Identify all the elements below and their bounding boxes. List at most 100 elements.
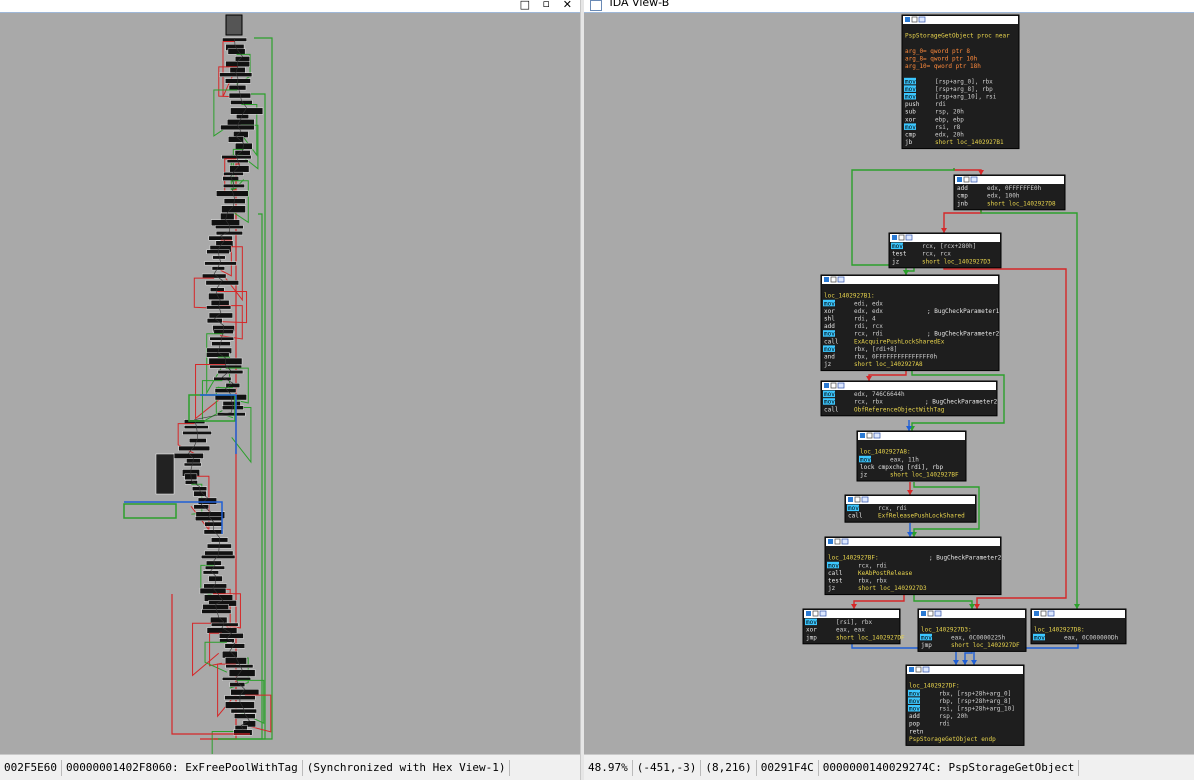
instruction-mnemonic: jz	[860, 472, 868, 479]
code-block[interactable]: mov rcx, [rcx+280h] test rcx, rcx jz short lo…	[888, 232, 1002, 269]
overview-node[interactable]	[219, 633, 244, 639]
color-icon[interactable]	[1034, 611, 1039, 616]
overview-node[interactable]	[202, 273, 227, 279]
color-icon[interactable]	[957, 177, 962, 182]
code-block[interactable]: loc_1402927D3:mov eax, 0C0000225h jmp short…	[917, 608, 1027, 652]
color-icon[interactable]	[848, 497, 853, 502]
graph-icon[interactable]	[861, 496, 869, 503]
overview-node[interactable]	[221, 205, 246, 213]
overview-node[interactable]	[200, 554, 236, 559]
restore-icon[interactable]: □	[520, 0, 530, 11]
color-icon[interactable]	[909, 667, 914, 672]
overview-node[interactable]	[193, 490, 207, 497]
overview-node[interactable]	[211, 219, 240, 227]
overview-graph[interactable]	[0, 14, 580, 754]
overview-node[interactable]	[208, 235, 233, 241]
color-icon[interactable]	[892, 235, 897, 240]
instruction-operands: edx, 100h	[987, 193, 1020, 200]
ida-view-b-pane[interactable]: IDA View-B PspStorageGetObject proc near…	[584, 0, 1194, 755]
code-block[interactable]: loc_1402927D8:mov eax, 0C000000Dh	[1030, 608, 1127, 645]
overview-entry-node[interactable]	[225, 14, 243, 36]
instruction-operands: [rsp+arg_8], rbp	[935, 86, 993, 93]
instruction-mnemonic: mov	[824, 300, 835, 307]
graph-icon[interactable]	[934, 610, 942, 617]
code-block[interactable]: loc_1402927B1:mov edi, edx xor edx, edx ; Bu…	[820, 274, 1000, 372]
graph-icon[interactable]	[922, 666, 930, 673]
overview-node[interactable]	[199, 587, 227, 594]
instruction-mnemonic: mov	[905, 124, 916, 131]
close-icon[interactable]: ✕	[563, 0, 572, 11]
overview-node[interactable]	[203, 529, 224, 535]
overview-node[interactable]	[229, 682, 246, 687]
overview-node[interactable]	[224, 657, 247, 665]
overview-node[interactable]	[215, 231, 243, 236]
code-line: arg_10= qword ptr 18h	[905, 63, 981, 70]
overview-node[interactable]	[202, 570, 219, 575]
status-zoom: 48.97%	[584, 759, 633, 776]
overview-graph-pane[interactable]: □ ▫ ✕	[0, 0, 580, 755]
overview-node[interactable]	[224, 643, 245, 649]
overview-node[interactable]	[208, 292, 225, 300]
left-status-bar: 002F5E60 00000001402F8060: ExFreePoolWit…	[0, 754, 580, 780]
color-icon[interactable]	[905, 17, 910, 22]
overview-node[interactable]	[220, 124, 255, 131]
graph-icon[interactable]	[918, 16, 926, 23]
color-icon[interactable]	[860, 433, 865, 438]
graph-icon[interactable]	[905, 234, 913, 241]
graph-icon[interactable]	[873, 432, 881, 439]
color-icon[interactable]	[824, 383, 829, 388]
color-icon[interactable]	[828, 539, 833, 544]
overview-node[interactable]	[208, 312, 233, 319]
overview-node[interactable]	[234, 56, 251, 62]
function-graph[interactable]: PspStorageGetObject proc near arg_0= qwor…	[584, 13, 1194, 753]
overview-node[interactable]	[206, 352, 230, 358]
overview-node[interactable]	[226, 119, 255, 126]
color-icon[interactable]	[806, 611, 811, 616]
overview-node[interactable]	[155, 453, 175, 495]
instruction-mnemonic: mov	[1034, 634, 1045, 641]
overview-node[interactable]	[173, 453, 204, 459]
graph-icon[interactable]	[1047, 610, 1055, 617]
graph-icon[interactable]	[837, 276, 845, 283]
code-block[interactable]: mov edx, 746C6644h mov rcx, rbx ; BugCheckPa…	[820, 380, 998, 417]
overview-node[interactable]	[210, 616, 228, 624]
code-block[interactable]: add edx, 0FFFFFFE0h cmp edx, 100h jnb short l…	[953, 174, 1066, 211]
graph-icon[interactable]	[837, 382, 845, 389]
color-icon[interactable]	[824, 277, 829, 282]
code-block[interactable]: mov rcx, rdi call ExfReleasePushLockShared	[844, 494, 977, 523]
graph-icon[interactable]	[841, 538, 849, 545]
instruction-mnemonic: call	[824, 406, 839, 413]
code-block[interactable]: loc_1402927A8:mov eax, 11hlock cmpxchg [r…	[856, 430, 967, 482]
overview-node[interactable]	[230, 107, 264, 115]
overview-node[interactable]	[195, 516, 223, 522]
ida-view-tab[interactable]: IDA View-B	[584, 0, 1194, 13]
overview-node[interactable]	[197, 497, 217, 505]
graph-icon[interactable]	[819, 610, 827, 617]
overview-node[interactable]	[178, 445, 211, 451]
overview-node[interactable]	[205, 280, 239, 286]
instruction-operands: [rsp+arg_10], rsi	[935, 94, 997, 101]
overview-node[interactable]	[230, 100, 253, 105]
overview-node[interactable]	[228, 669, 256, 677]
instruction-mnemonic: mov	[828, 562, 839, 569]
code-block[interactable]: loc_1402927BF: ; BugCheckParameter2 mov rcx…	[824, 536, 1002, 596]
overview-node[interactable]	[229, 165, 250, 173]
minimize-icon[interactable]: ▫	[543, 0, 550, 10]
instruction-mnemonic: xor	[806, 627, 817, 634]
code-block[interactable]: PspStorageGetObject proc near arg_0= qwor…	[901, 14, 1020, 150]
overview-node[interactable]	[206, 627, 238, 634]
overview-node[interactable]	[230, 689, 260, 696]
overview-node[interactable]	[227, 48, 246, 55]
graph-icon[interactable]	[970, 176, 978, 183]
color-icon[interactable]	[921, 611, 926, 616]
code-line: arg_0= qword ptr 8	[905, 48, 970, 55]
overview-node[interactable]	[225, 701, 255, 709]
overview-node[interactable]	[217, 370, 244, 375]
instruction-operands: rdi	[935, 101, 946, 108]
overview-node[interactable]	[204, 565, 225, 570]
overview-node[interactable]	[213, 376, 232, 381]
overview-node[interactable]	[214, 388, 237, 393]
code-block[interactable]: mov [rsi], rbx xor eax, eax jmp short loc_140…	[802, 608, 905, 645]
code-block[interactable]: loc_1402927DF:mov rbx, [rsp+28h+arg_0]mov…	[905, 664, 1025, 746]
overview-node[interactable]	[234, 713, 256, 719]
